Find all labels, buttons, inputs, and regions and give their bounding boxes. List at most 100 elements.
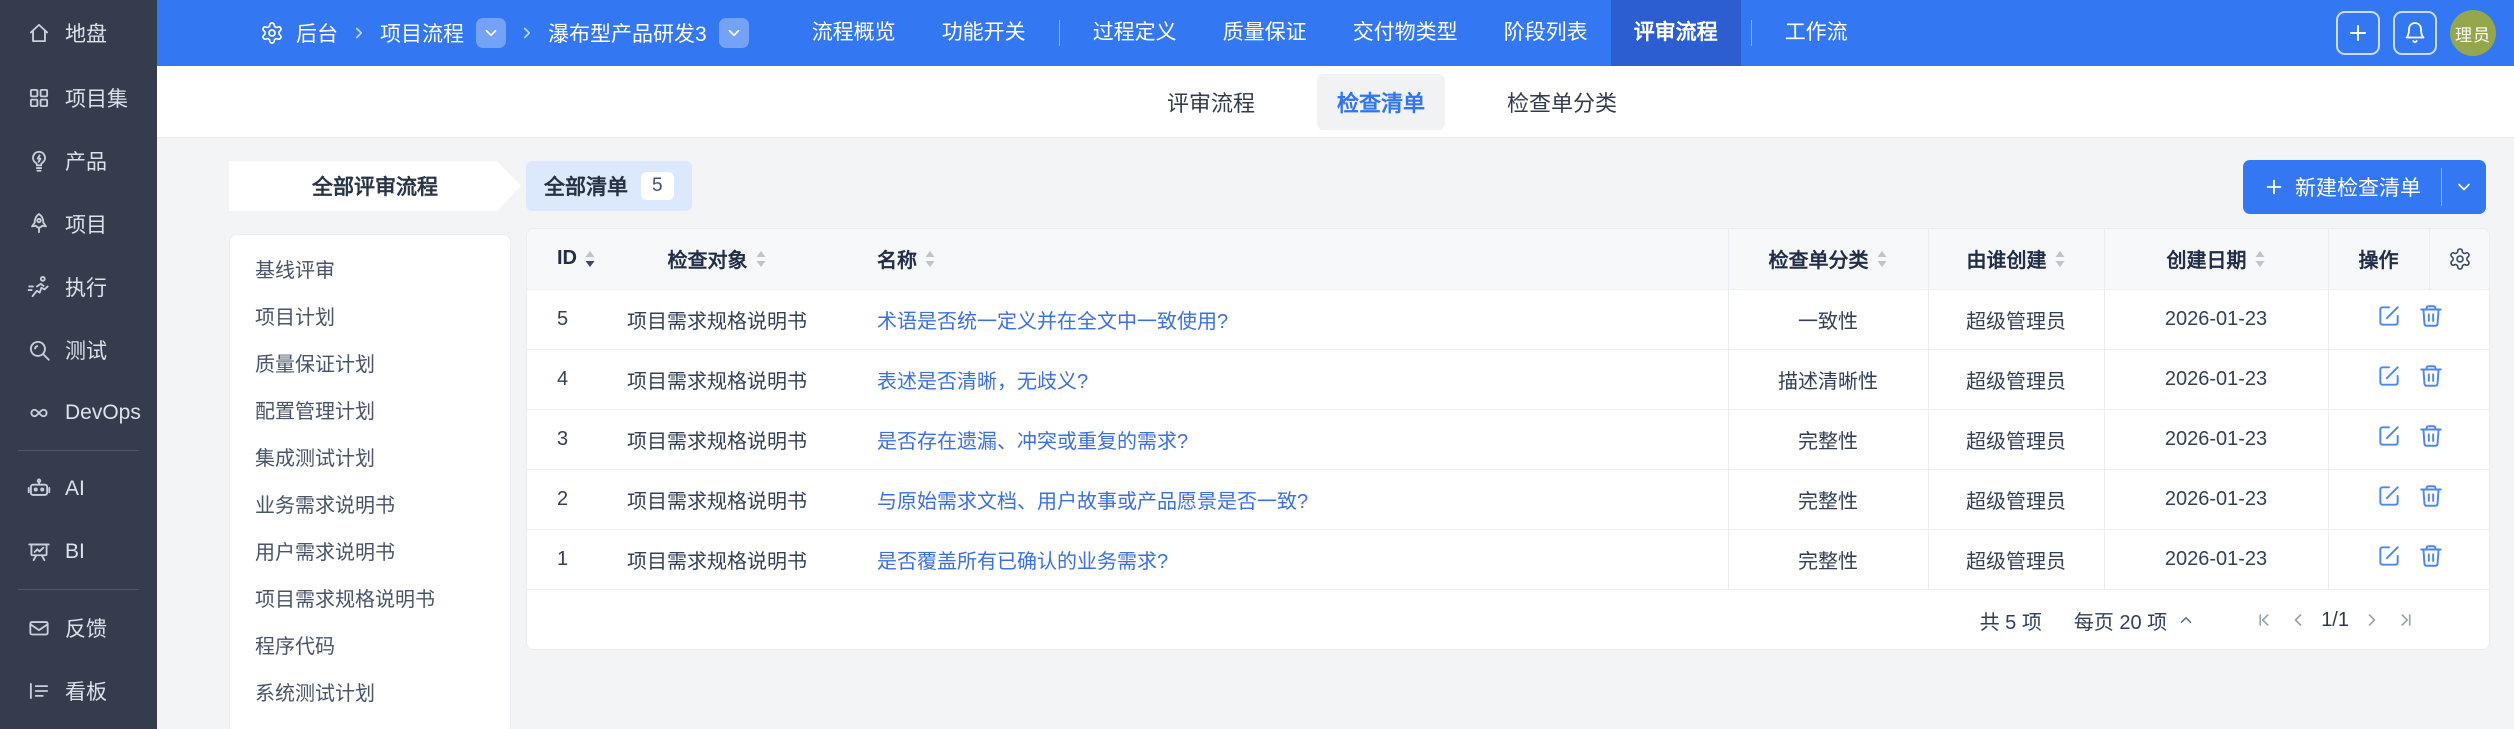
delete-button[interactable]: [2418, 303, 2444, 329]
sidebar-item-feedback[interactable]: 反馈: [0, 596, 157, 659]
table-header-row: ID 检查对象 名称 检查单分类 由谁创建 创建日期 操作: [527, 229, 2489, 289]
sidebar-divider: [18, 589, 139, 590]
add-button[interactable]: [2336, 11, 2380, 55]
sidebar-item-label: DevOps: [65, 400, 141, 424]
delete-button[interactable]: [2418, 423, 2444, 449]
sidebar-item-execution[interactable]: 执行: [0, 255, 157, 318]
delete-button[interactable]: [2418, 543, 2444, 569]
bell-icon: [2403, 21, 2427, 45]
sidebar-item-dashboard[interactable]: 地盘: [0, 0, 157, 66]
flow-selector[interactable]: 全部评审流程: [229, 161, 521, 211]
nav-item-deliverable-type[interactable]: 交付物类型: [1330, 0, 1481, 66]
top-navigation: 流程概览 功能开关 过程定义 质量保证 交付物类型 阶段列表 评审流程 工作流: [789, 0, 1871, 66]
create-checklist-dropdown[interactable]: [2442, 160, 2486, 214]
plus-icon: [2346, 21, 2370, 45]
first-page-button[interactable]: [2247, 603, 2281, 637]
nav-item-review-process[interactable]: 评审流程: [1610, 0, 1741, 66]
checklist-name-link[interactable]: 是否覆盖所有已确认的业务需求?: [877, 551, 1168, 573]
flow-item-user-req-spec[interactable]: 用户需求说明书: [230, 530, 510, 577]
edit-button[interactable]: [2376, 363, 2402, 389]
checklist-name-link[interactable]: 是否存在遗漏、冲突或重复的需求?: [877, 431, 1188, 453]
checklist-name-link[interactable]: 与原始需求文档、用户故事或产品愿景是否一致?: [877, 491, 1308, 513]
chevron-down-icon: [725, 24, 743, 42]
edit-button[interactable]: [2376, 543, 2402, 569]
edit-button[interactable]: [2376, 303, 2402, 329]
nav-item-process-overview[interactable]: 流程概览: [789, 0, 919, 66]
flow-item-project-req-spec[interactable]: 项目需求规格说明书: [230, 577, 510, 624]
flow-item-program-code[interactable]: 程序代码: [230, 624, 510, 671]
sidebar-item-label: AI: [65, 476, 85, 500]
tab-review-process[interactable]: 评审流程: [1147, 74, 1275, 130]
last-page-button[interactable]: [2389, 603, 2423, 637]
breadcrumb-level2[interactable]: 瀑布型产品研发3: [548, 18, 707, 48]
topbar: 后台 项目流程 瀑布型产品研发3 流程概览 功能开关 过程定义 质量保证 交付物…: [157, 0, 2514, 66]
sidebar-item-ai[interactable]: AI: [0, 457, 157, 520]
delete-button[interactable]: [2418, 483, 2444, 509]
column-header-creator[interactable]: 由谁创建: [1967, 244, 2066, 273]
delete-button[interactable]: [2418, 363, 2444, 389]
pagination: 共 5 项 每页 20 项 1/1: [527, 589, 2489, 649]
breadcrumb: 后台 项目流程 瀑布型产品研发3: [260, 18, 749, 48]
sidebar-item-kanban[interactable]: 看板: [0, 659, 157, 722]
column-header-name[interactable]: 名称: [877, 244, 936, 273]
sidebar-item-product[interactable]: 产品: [0, 129, 157, 192]
breadcrumb-level1[interactable]: 项目流程: [380, 18, 464, 48]
breadcrumb-level2-dropdown[interactable]: [718, 18, 749, 48]
table-settings-button[interactable]: [2428, 229, 2489, 289]
nav-item-feature-switch[interactable]: 功能开关: [919, 0, 1049, 66]
flow-item-qa-plan[interactable]: 质量保证计划: [230, 342, 510, 389]
notifications-button[interactable]: [2393, 11, 2437, 55]
gear-icon: [260, 21, 284, 45]
sidebar-item-label: 反馈: [65, 617, 107, 641]
sidebar-item-bi[interactable]: BI: [0, 520, 157, 583]
avatar[interactable]: 理员: [2450, 10, 2496, 56]
breadcrumb-root[interactable]: 后台: [296, 18, 338, 48]
chevron-right-icon: [350, 24, 368, 42]
create-checklist-main[interactable]: 新建检查清单: [2243, 160, 2441, 214]
secondary-tabbar: 评审流程 检查清单 检查单分类: [157, 66, 2514, 138]
column-header-id[interactable]: ID: [557, 247, 596, 270]
flow-item-config-mgmt-plan[interactable]: 配置管理计划: [230, 389, 510, 436]
sidebar-item-label: 执行: [65, 276, 107, 300]
flow-item-baseline-review[interactable]: 基线评审: [230, 248, 510, 295]
column-header-date[interactable]: 创建日期: [2167, 244, 2266, 273]
chevron-right-icon: [518, 24, 536, 42]
nav-item-quality-assurance[interactable]: 质量保证: [1200, 0, 1330, 66]
flow-item-integration-test-plan[interactable]: 集成测试计划: [230, 436, 510, 483]
edit-button[interactable]: [2376, 423, 2402, 449]
sidebar-item-testing[interactable]: 测试: [0, 318, 157, 381]
count-badge: 5: [641, 172, 674, 200]
checklist-name-link[interactable]: 术语是否统一定义并在全文中一致使用?: [877, 311, 1228, 333]
tab-checklist-category[interactable]: 检查单分类: [1487, 74, 1637, 130]
table-row: 2 项目需求规格说明书 与原始需求文档、用户故事或产品愿景是否一致? 完整性 超…: [527, 468, 2489, 529]
column-header-category[interactable]: 检查单分类: [1769, 244, 1888, 273]
flow-item-user-manual[interactable]: 用户手册: [230, 718, 510, 729]
home-icon: [26, 20, 52, 46]
sidebar-item-devops[interactable]: DevOps: [0, 381, 157, 444]
chevron-down-icon: [2454, 177, 2474, 197]
per-page-selector[interactable]: 每页 20 项: [2074, 606, 2195, 635]
flow-item-project-plan[interactable]: 项目计划: [230, 295, 510, 342]
flow-item-system-test-plan[interactable]: 系统测试计划: [230, 671, 510, 718]
edit-button[interactable]: [2376, 483, 2402, 509]
sidebar-item-label: 看板: [65, 680, 107, 704]
create-checklist-button[interactable]: 新建检查清单: [2243, 160, 2486, 214]
nav-item-process-definition[interactable]: 过程定义: [1070, 0, 1200, 66]
previous-page-button[interactable]: [2281, 603, 2315, 637]
nav-item-stage-list[interactable]: 阶段列表: [1481, 0, 1611, 66]
column-header-target[interactable]: 检查对象: [668, 244, 767, 273]
table-row: 5 项目需求规格说明书 术语是否统一定义并在全文中一致使用? 一致性 超级管理员…: [527, 288, 2489, 349]
breadcrumb-level1-dropdown[interactable]: [476, 18, 506, 48]
next-page-button[interactable]: [2355, 603, 2389, 637]
sidebar-item-program[interactable]: 项目集: [0, 66, 157, 129]
tab-checklist[interactable]: 检查清单: [1317, 73, 1446, 130]
column-header-actions: 操作: [2358, 250, 2399, 273]
sidebar-item-project[interactable]: 项目: [0, 192, 157, 255]
all-lists-tab[interactable]: 全部清单 5: [526, 161, 692, 211]
flow-item-business-req-spec[interactable]: 业务需求说明书: [230, 483, 510, 530]
pagination-total: 共 5 项: [1979, 611, 2042, 634]
lightbulb-icon: [26, 148, 52, 174]
flow-selector-label: 全部评审流程: [312, 176, 438, 199]
checklist-name-link[interactable]: 表述是否清晰，无歧义?: [877, 371, 1088, 393]
nav-item-workflow[interactable]: 工作流: [1762, 0, 1871, 66]
